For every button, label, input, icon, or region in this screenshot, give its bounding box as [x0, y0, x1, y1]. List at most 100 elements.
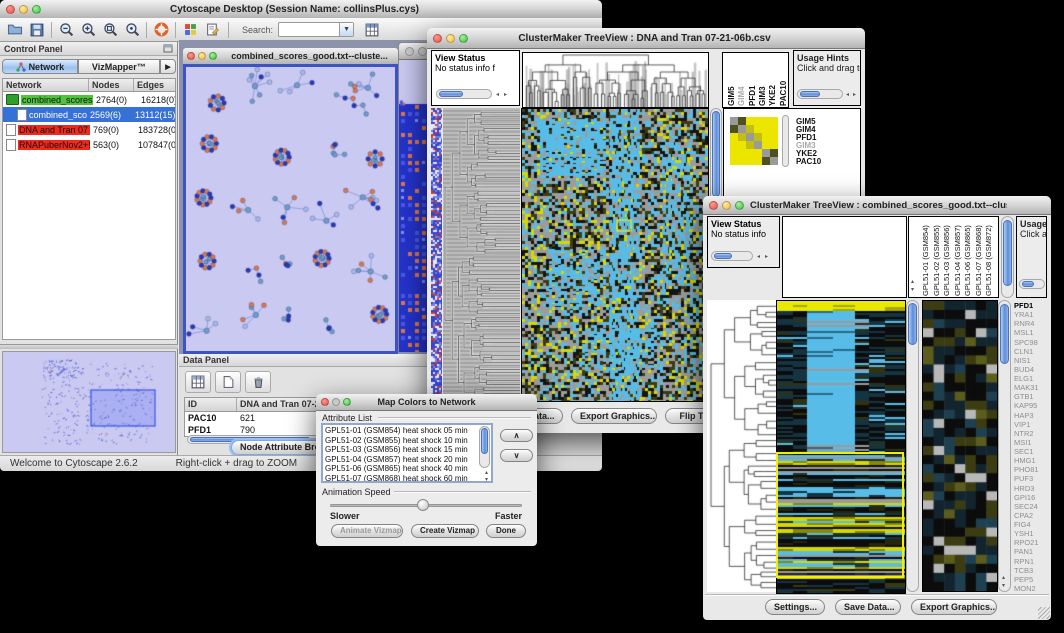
save-data-button[interactable]: Save Data...	[835, 599, 901, 615]
gene-label[interactable]: YRA1	[1014, 310, 1049, 319]
gene-label[interactable]: MSI1	[1014, 438, 1049, 447]
scroll-right-arrow-icon[interactable]: ▸	[504, 92, 507, 98]
matrix-cell[interactable]	[746, 149, 754, 157]
tab-vizmapper[interactable]: VizMapper™	[78, 59, 160, 74]
gene-label[interactable]: PAC10	[796, 158, 821, 166]
new-document-button[interactable]	[215, 371, 241, 393]
matrix-cell[interactable]	[754, 133, 762, 141]
gene-label[interactable]: CLN1	[1014, 347, 1049, 356]
gene-label[interactable]: PAN1	[1014, 547, 1049, 556]
table-grid-button[interactable]	[185, 371, 211, 393]
tv1-status-hscrollbar[interactable]	[436, 89, 492, 99]
gene-label[interactable]: HAP3	[1014, 411, 1049, 420]
zoom-fit-button[interactable]	[99, 20, 121, 40]
scroll-up-arrow-icon[interactable]: ▴	[911, 279, 914, 285]
network-overview-panel[interactable]	[2, 351, 176, 453]
zoom-button[interactable]	[32, 5, 41, 14]
scroll-left-arrow-icon[interactable]: ◂	[757, 254, 760, 260]
scroll-up-arrow-icon[interactable]: ▴	[1002, 575, 1005, 581]
trash-button[interactable]	[245, 371, 271, 393]
gene-label[interactable]: ELG1	[1014, 374, 1049, 383]
attribute-list-item[interactable]: GPL51-02 (GSM855) heat shock 10 min	[325, 436, 489, 446]
close-button[interactable]	[6, 5, 15, 14]
column-label[interactable]: GPL51-08 (GSM872)	[984, 218, 993, 296]
tab-overflow-arrow[interactable]: ▶	[160, 59, 176, 74]
matrix-cell[interactable]	[754, 157, 762, 165]
matrix-cell[interactable]	[762, 125, 770, 133]
column-label[interactable]: GPL51-06 (GSM865)	[963, 218, 972, 296]
network-graph-view[interactable]	[186, 67, 395, 351]
column-label[interactable]: GPL51-07 (GSM868)	[974, 218, 983, 296]
scroll-thumb[interactable]	[1003, 220, 1012, 286]
move-down-button[interactable]: ∨	[500, 449, 533, 462]
scroll-down-arrow-icon[interactable]: ▾	[1002, 583, 1005, 589]
zoom-in-button[interactable]	[77, 20, 99, 40]
tv2-hints-hscrollbar[interactable]	[1019, 279, 1045, 289]
minimize-button[interactable]	[722, 201, 731, 210]
network-tree-row[interactable]: DNA and Tran 07769(0)183728(0)	[3, 122, 175, 137]
matrix-cell[interactable]	[762, 117, 770, 125]
column-label[interactable]: GIM3	[758, 54, 767, 106]
tv2-status-hscrollbar[interactable]	[711, 251, 753, 261]
scroll-thumb[interactable]	[1000, 304, 1009, 364]
matrix-cell[interactable]	[738, 117, 746, 125]
zoom-button[interactable]	[209, 52, 217, 60]
column-label[interactable]: GPL51-04 (GSM857)	[953, 218, 962, 296]
matrix-cell[interactable]	[730, 141, 738, 149]
done-button[interactable]: Done	[486, 524, 526, 538]
matrix-cell[interactable]	[746, 125, 754, 133]
matrix-cell[interactable]	[770, 157, 778, 165]
matrix-cell[interactable]	[754, 117, 762, 125]
dialog-titlebar[interactable]: Map Colors to Network	[316, 394, 537, 411]
resize-grip[interactable]	[1038, 607, 1050, 619]
minimize-button[interactable]	[446, 34, 455, 43]
gene-label[interactable]: GTB1	[1014, 392, 1049, 401]
gene-label[interactable]: CPA2	[1014, 511, 1049, 520]
scroll-left-arrow-icon[interactable]: ◂	[846, 92, 849, 98]
scroll-down-arrow-icon[interactable]: ▾	[911, 287, 914, 293]
gene-label[interactable]: PFD1	[1014, 301, 1049, 310]
minimize-button[interactable]	[332, 398, 340, 406]
minimize-button[interactable]	[418, 47, 427, 56]
close-button[interactable]	[187, 52, 195, 60]
create-vizmap-button[interactable]: Create Vizmap	[411, 524, 479, 538]
gene-label[interactable]: MSL1	[1014, 328, 1049, 337]
scroll-thumb[interactable]	[439, 91, 463, 97]
tv1-heatmap-panel[interactable]	[521, 108, 709, 402]
network-tree-row[interactable]: RNAPuberNov2+!563(0)107847(0)	[3, 137, 175, 152]
attribute-list-item[interactable]: GPL51-07 (GSM868) heat shock 60 min	[325, 474, 489, 483]
gene-label[interactable]: YSH1	[1014, 529, 1049, 538]
matrix-cell[interactable]	[730, 117, 738, 125]
matrix-cell[interactable]	[770, 117, 778, 125]
matrix-cell[interactable]	[762, 157, 770, 165]
matrix-cell[interactable]	[730, 133, 738, 141]
matrix-cell[interactable]	[770, 149, 778, 157]
attribute-list[interactable]: GPL51-01 (GSM854) heat shock 05 minGPL51…	[321, 423, 493, 483]
gene-label[interactable]: RPO21	[1014, 538, 1049, 547]
attribute-list-item[interactable]: GPL51-03 (GSM856) heat shock 15 min	[325, 445, 489, 455]
matrix-cell[interactable]	[730, 125, 738, 133]
attribute-list-item[interactable]: GPL51-04 (GSM857) heat shock 20 min	[325, 455, 489, 465]
zoom-out-button[interactable]	[55, 20, 77, 40]
move-up-button[interactable]: ∧	[500, 429, 533, 442]
gene-label[interactable]: FIG4	[1014, 520, 1049, 529]
scroll-thumb[interactable]	[714, 253, 732, 259]
close-button[interactable]	[433, 34, 442, 43]
export-graphics-button[interactable]: Export Graphics...	[911, 599, 997, 615]
tab-network[interactable]: Network	[2, 59, 78, 74]
column-label[interactable]: GIM5	[727, 54, 736, 106]
gene-label[interactable]: MAK31	[1014, 383, 1049, 392]
matrix-cell[interactable]	[770, 125, 778, 133]
matrix-cell[interactable]	[754, 149, 762, 157]
close-button[interactable]	[321, 398, 329, 406]
column-label[interactable]: GPL51-03 (GSM856)	[942, 218, 951, 296]
attribute-list-item[interactable]: GPL51-06 (GSM865) heat shock 40 min	[325, 464, 489, 474]
gene-label[interactable]: NIS1	[1014, 356, 1049, 365]
gene-label[interactable]: HRD3	[1014, 484, 1049, 493]
matrix-cell[interactable]	[730, 149, 738, 157]
matrix-cell[interactable]	[762, 149, 770, 157]
tv1-row-dendrogram[interactable]	[443, 108, 520, 400]
matrix-cell[interactable]	[746, 117, 754, 125]
gene-label[interactable]: BUD4	[1014, 365, 1049, 374]
zoom-button[interactable]	[343, 398, 351, 406]
